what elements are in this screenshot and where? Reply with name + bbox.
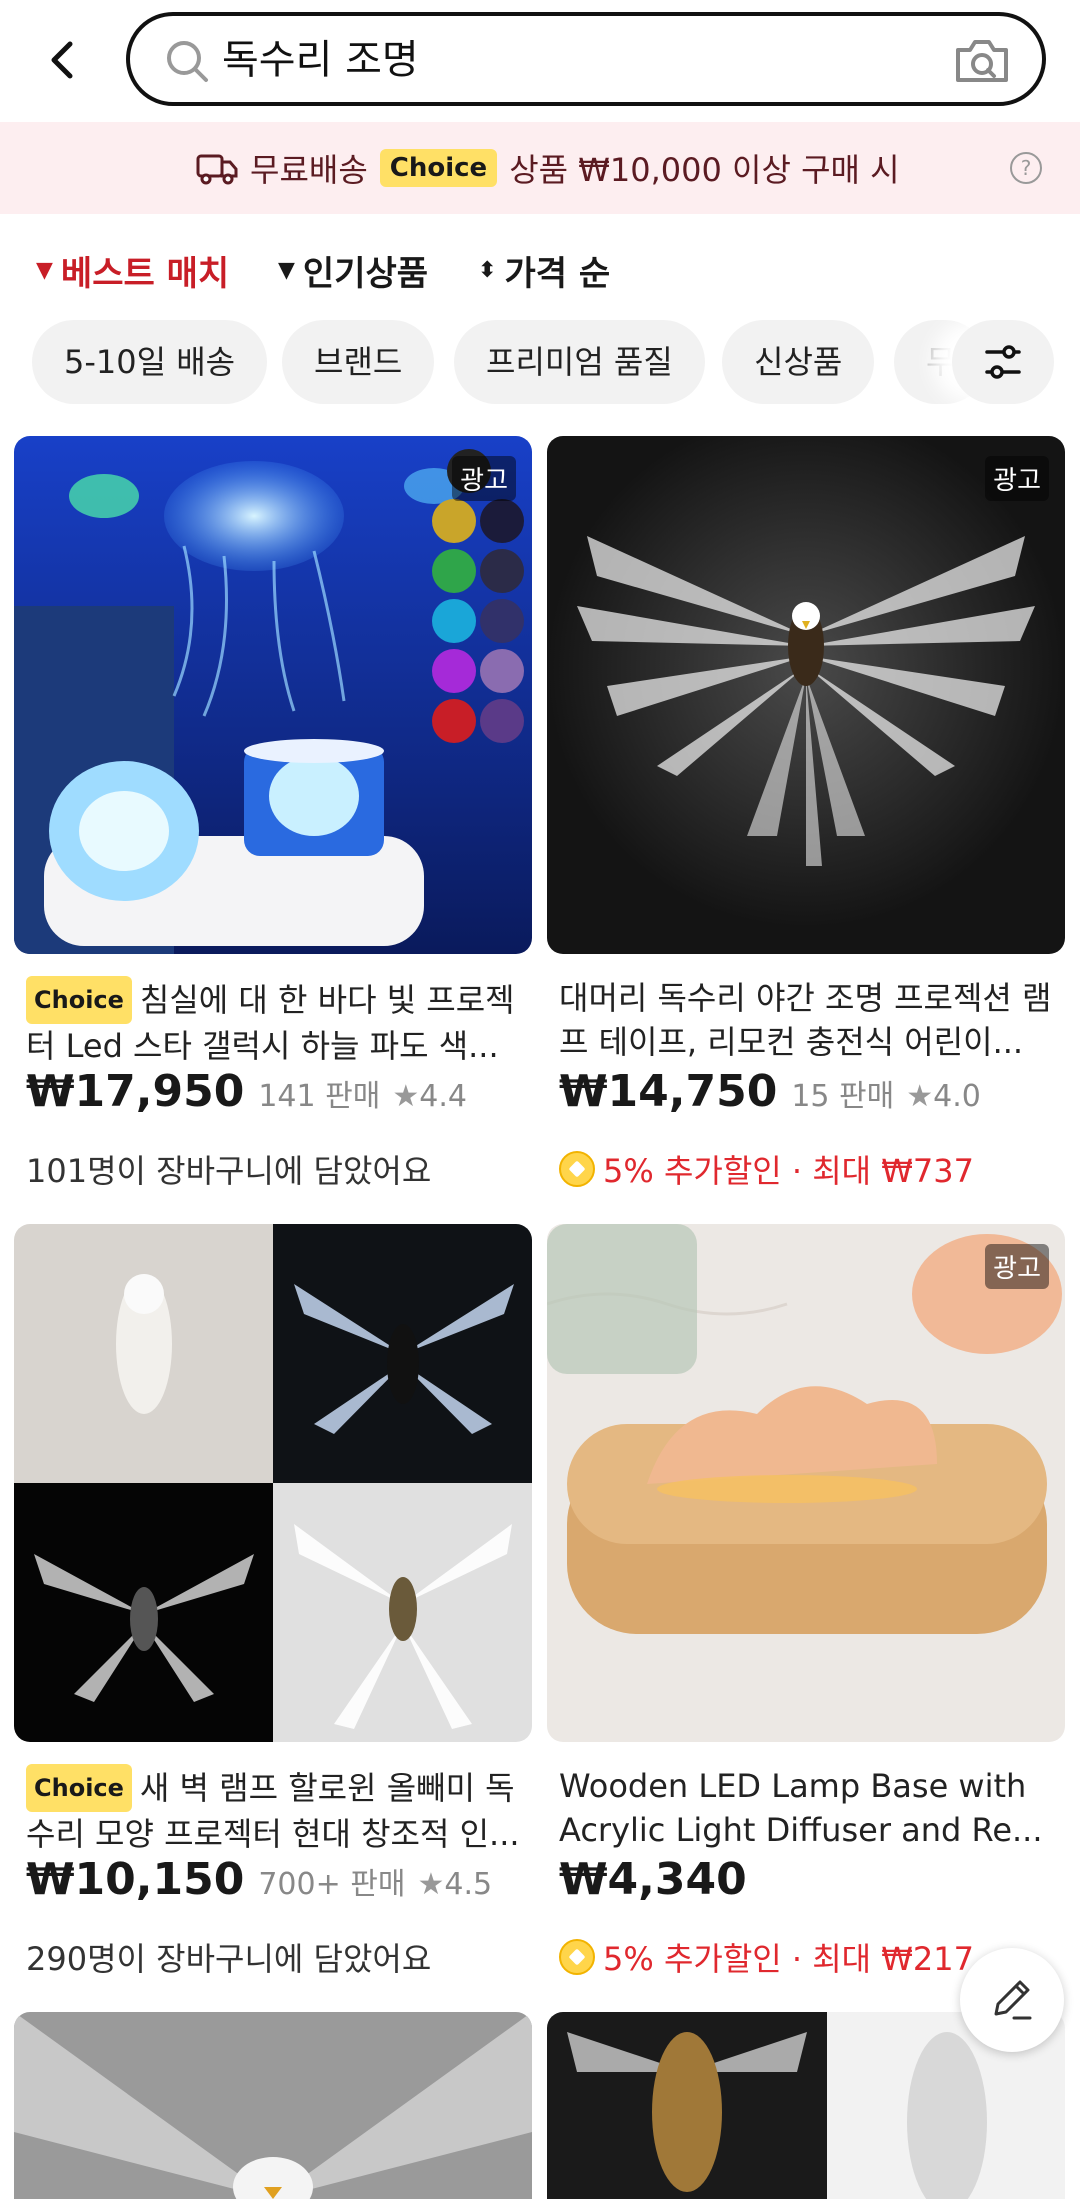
- discount-line: 5% 추가할인 · 최대 ₩217: [559, 1934, 974, 1980]
- chevron-left-icon: [51, 41, 73, 79]
- price-line: ₩14,750 15 판매 ★4.0: [559, 1066, 981, 1117]
- sort-price[interactable]: ⬍ 가격 순: [478, 246, 610, 295]
- filter-button[interactable]: [952, 320, 1054, 404]
- ad-tag: 광고: [452, 456, 516, 501]
- product-card[interactable]: 광고 대머리 독수리 야간 조명 프로젝션 램프 테이프, 리모컨 충전식 어린…: [547, 436, 1065, 1196]
- ad-tag: 광고: [985, 456, 1049, 501]
- cart-count: 101명이 장바구니에 담았어요: [26, 1152, 432, 1190]
- price-line: ₩10,150 700+ 판매 ★4.5: [26, 1854, 492, 1905]
- price-line: ₩17,950 141 판매 ★4.4: [26, 1066, 467, 1117]
- coin-icon: [559, 1151, 595, 1187]
- cart-count: 290명이 장바구니에 담았어요: [26, 1940, 432, 1978]
- truck-icon: [196, 154, 238, 185]
- product-image[interactable]: 광고: [547, 1224, 1065, 1742]
- star-icon: ★: [417, 1867, 445, 1902]
- product-card[interactable]: [14, 2012, 532, 2199]
- star-icon: ★: [906, 1079, 934, 1114]
- product-title[interactable]: Choice 새 벽 램프 할로윈 올빼미 독수리 모양 프로젝터 현대 창조적 …: [26, 1764, 526, 1852]
- coin-icon: [559, 1939, 595, 1975]
- sold-count: 700+ 판매: [258, 1867, 406, 1902]
- price-line: ₩4,340: [559, 1854, 747, 1905]
- sort-best-match[interactable]: ▼ 베스트 매치: [36, 246, 229, 295]
- feedback-edit-button[interactable]: [960, 1948, 1064, 2052]
- product-title[interactable]: Wooden LED Lamp Base with Acrylic Light …: [559, 1764, 1059, 1852]
- ad-tag: 광고: [985, 1244, 1049, 1289]
- sort-bar: ▼ 베스트 매치 ▼ 인기상품 ⬍ 가격 순: [0, 236, 1080, 306]
- caret-down-icon: ▼: [278, 258, 295, 283]
- choice-badge: Choice: [379, 149, 498, 187]
- discount-line: 5% 추가할인 · 최대 ₩737: [559, 1146, 974, 1192]
- product-image[interactable]: 광고: [14, 436, 532, 954]
- price: ₩4,340: [559, 1854, 747, 1905]
- product-card[interactable]: Choice 새 벽 램프 할로윈 올빼미 독수리 모양 프로젝터 현대 창조적 …: [14, 1224, 532, 1984]
- price: ₩17,950: [26, 1066, 245, 1117]
- sold-count: 141 판매: [258, 1079, 381, 1114]
- rating: ★4.0: [906, 1079, 981, 1114]
- choice-badge: Choice: [26, 1764, 132, 1812]
- free-shipping-label: 무료배송: [250, 151, 368, 189]
- search-icon: [167, 41, 208, 82]
- chip-premium[interactable]: 프리미엄 품질: [454, 320, 705, 404]
- product-title[interactable]: Choice 침실에 대 한 바다 빛 프로젝터 Led 스타 갤럭시 하늘 파도…: [26, 976, 526, 1064]
- product-image[interactable]: [14, 1224, 532, 1742]
- rating: ★4.5: [417, 1867, 493, 1902]
- product-title[interactable]: 대머리 독수리 야간 조명 프로젝션 램프 테이프, 리모컨 충전식 어린이..…: [559, 976, 1059, 1064]
- product-card[interactable]: 광고 Choice 침실에 대 한 바다 빛 프로젝터 Led 스타 갤럭시 하늘…: [14, 436, 532, 1196]
- rating: ★4.4: [392, 1079, 467, 1114]
- search-query[interactable]: 독수리 조명: [222, 32, 419, 88]
- help-icon[interactable]: ?: [1010, 152, 1042, 184]
- chip-delivery[interactable]: 5-10일 배송: [32, 320, 268, 404]
- search-header: 독수리 조명: [0, 0, 1080, 122]
- product-card[interactable]: 광고 Wooden LED Lamp Base with Acrylic Lig…: [547, 1224, 1065, 1984]
- sort-updown-icon: ⬍: [478, 258, 497, 283]
- back-button[interactable]: [36, 30, 88, 90]
- filter-chips: 5-10일 배송 브랜드 프리미엄 품질 신상품 무: [0, 320, 1080, 406]
- product-image[interactable]: [14, 2012, 532, 2199]
- product-image[interactable]: 광고: [547, 436, 1065, 954]
- shipping-condition: 상품 ₩10,000 이상 구매 시: [509, 151, 900, 189]
- price: ₩10,150: [26, 1854, 245, 1905]
- camera-search-icon[interactable]: [952, 34, 1012, 88]
- chip-new[interactable]: 신상품: [722, 320, 875, 404]
- price: ₩14,750: [559, 1066, 778, 1117]
- caret-down-icon: ▼: [36, 258, 53, 283]
- sort-popular[interactable]: ▼ 인기상품: [278, 246, 428, 295]
- star-icon: ★: [392, 1079, 420, 1114]
- search-bar[interactable]: 독수리 조명: [126, 12, 1046, 106]
- chip-brand[interactable]: 브랜드: [282, 320, 435, 404]
- choice-badge: Choice: [26, 976, 132, 1024]
- pencil-icon: [994, 1980, 1032, 2020]
- sliders-icon: [985, 345, 1021, 379]
- free-shipping-banner[interactable]: 무료배송 Choice 상품 ₩10,000 이상 구매 시 ?: [0, 122, 1080, 214]
- sold-count: 15 판매: [791, 1079, 895, 1114]
